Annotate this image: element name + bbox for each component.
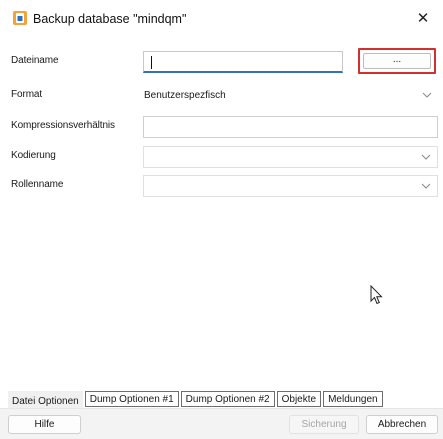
browse-button[interactable]: ...: [363, 53, 431, 69]
backup-database-icon: [13, 11, 27, 25]
cancel-button[interactable]: Abbrechen: [366, 415, 438, 434]
chevron-down-icon: [421, 154, 431, 160]
filename-input[interactable]: [143, 51, 343, 73]
tab-strip: Datei Optionen Dump Optionen #1 Dump Opt…: [8, 391, 385, 408]
help-button[interactable]: Hilfe: [8, 415, 81, 434]
footer-bar: Hilfe Sicherung Abbrechen: [0, 409, 443, 439]
format-label: Format: [11, 89, 43, 100]
format-value: Benutzerspezfisch: [144, 90, 226, 101]
tab-datei-optionen[interactable]: Datei Optionen: [8, 391, 83, 408]
close-icon: ✕: [416, 10, 430, 27]
encoding-select[interactable]: [143, 146, 438, 168]
tab-dump-optionen-1[interactable]: Dump Optionen #1: [84, 391, 179, 407]
encoding-row: Kodierung: [0, 146, 443, 168]
tab-dump-optionen-2[interactable]: Dump Optionen #2: [180, 391, 275, 407]
encoding-label: Kodierung: [11, 150, 56, 161]
backup-button[interactable]: Sicherung: [289, 415, 359, 434]
mouse-cursor-icon: [370, 285, 383, 305]
chevron-down-icon: [422, 92, 432, 98]
tab-objekte[interactable]: Objekte: [276, 391, 322, 407]
text-caret: [151, 56, 152, 69]
title-bar: Backup database "mindqm" ✕: [0, 0, 443, 40]
compression-input[interactable]: [143, 116, 438, 138]
chevron-down-icon: [421, 183, 431, 189]
rolename-row: Rollenname: [0, 175, 443, 197]
filename-label: Dateiname: [11, 55, 59, 66]
format-select[interactable]: Benutzerspezfisch: [143, 85, 438, 107]
compression-label: Kompressionsverhältnis: [11, 120, 115, 131]
compression-row: Kompressionsverhältnis: [0, 116, 443, 138]
rolename-select[interactable]: [143, 175, 438, 197]
rolename-label: Rollenname: [11, 179, 64, 190]
close-button[interactable]: ✕: [403, 0, 443, 36]
tab-meldungen[interactable]: Meldungen: [323, 391, 383, 407]
format-row: Format Benutzerspezfisch: [0, 85, 443, 107]
browse-highlight: ...: [358, 48, 436, 74]
window-title: Backup database "mindqm": [33, 12, 187, 26]
